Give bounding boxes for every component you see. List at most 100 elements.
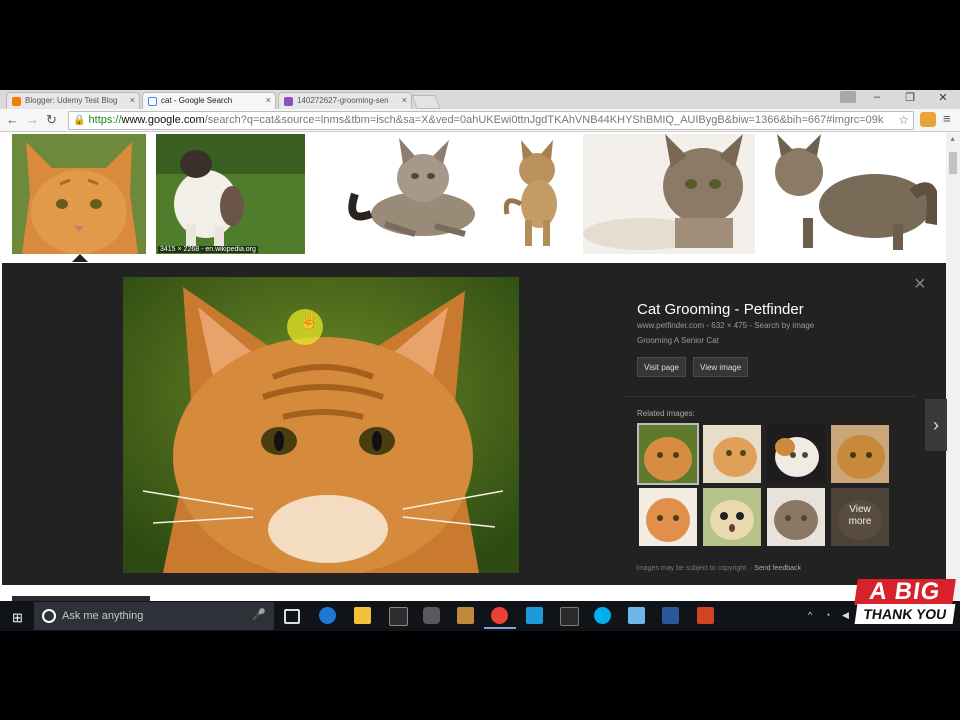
bookmark-star-icon[interactable]: ☆ — [898, 112, 909, 129]
related-image[interactable] — [703, 425, 761, 483]
copyright-text: Images may be subject to copyright. — [636, 565, 749, 572]
orange-tabby-cat-thumbnail — [12, 134, 146, 254]
next-image-button[interactable]: › — [925, 399, 947, 451]
view-more-line1: View — [849, 504, 871, 515]
address-bar[interactable]: 🔒 https://www.google.com/search?q=cat&so… — [68, 111, 914, 130]
tab-grooming-image[interactable]: 140272627-grooming-sen × — [278, 92, 412, 109]
preview-meta[interactable]: www.petfinder.com - 632 × 475 - Search b… — [637, 321, 814, 330]
calculator-icon[interactable] — [560, 607, 579, 626]
cortana-icon — [42, 609, 56, 623]
view-more-line2: more — [848, 516, 872, 527]
related-image[interactable] — [637, 423, 699, 485]
tab-blogger[interactable]: Blogger: Udemy Test Blog × — [6, 92, 140, 109]
send-feedback-link[interactable]: Send feedback — [754, 565, 801, 572]
notes-app-icon[interactable] — [628, 607, 645, 624]
tabby-cat-lying-thumbnail — [315, 134, 489, 254]
thumbnail-caption: 3415 × 2268 - en.wikipedia.org — [158, 246, 258, 253]
word-icon[interactable] — [662, 607, 679, 624]
tray-expand-icon[interactable]: ^ — [808, 610, 812, 620]
related-orange-kitten-thumbnail — [639, 488, 697, 546]
browser-window: Blogger: Udemy Test Blog × cat - Google … — [0, 90, 960, 631]
image-preview-panel: ☝ × Cat Grooming - Petfinder www.petfind… — [2, 263, 947, 585]
edge-icon[interactable] — [319, 607, 336, 624]
extension-icon[interactable] — [920, 112, 936, 127]
related-image[interactable] — [703, 488, 761, 546]
result-thumbnail[interactable]: 3415 × 2268 - en.wikipedia.org — [156, 134, 305, 254]
url-host: www.google.com — [121, 114, 205, 126]
profile-icon[interactable] — [840, 91, 856, 103]
camera-app-icon[interactable] — [423, 607, 440, 624]
cursor-icon: ☝ — [299, 313, 319, 330]
view-image-button[interactable]: View image — [693, 357, 749, 377]
visit-page-button[interactable]: Visit page — [637, 357, 686, 377]
blogger-icon — [12, 97, 21, 106]
preview-image[interactable]: ☝ — [123, 277, 519, 573]
tab-title: 140272627-grooming-sen — [297, 96, 389, 105]
skype-icon[interactable] — [594, 607, 611, 624]
task-view-icon[interactable] — [284, 609, 300, 624]
divider — [626, 396, 916, 397]
chrome-menu-icon[interactable]: ≡ — [943, 111, 951, 126]
url-scheme: https:// — [88, 114, 122, 126]
image-icon — [284, 97, 293, 106]
watermark-line1: A BIG — [854, 578, 956, 605]
result-thumbnail[interactable] — [315, 134, 489, 254]
fluffy-tabby-cat-thumbnail — [763, 134, 937, 254]
forward-arrow-icon[interactable]: → — [26, 112, 39, 127]
close-tab-icon[interactable]: × — [402, 95, 407, 105]
new-tab-button[interactable] — [411, 95, 441, 109]
photo-app-icon[interactable] — [457, 607, 474, 624]
result-thumbnail[interactable] — [12, 134, 146, 254]
volume-icon[interactable]: ◀ — [842, 610, 849, 621]
file-explorer-icon[interactable] — [354, 607, 371, 624]
network-icon[interactable]: ◔ — [825, 610, 830, 620]
related-image[interactable] — [767, 425, 825, 483]
result-thumbnail[interactable] — [583, 134, 755, 254]
page-scrollbar[interactable] — [946, 132, 960, 631]
preview-description: Grooming A Senior Cat — [637, 336, 719, 345]
store-icon[interactable] — [389, 607, 408, 626]
related-images-label: Related images: — [637, 409, 695, 418]
related-image[interactable] — [767, 488, 825, 546]
tab-google-search[interactable]: cat - Google Search × — [142, 92, 276, 109]
scroll-up-icon[interactable]: ▲ — [949, 136, 956, 143]
tab-bar: Blogger: Udemy Test Blog × cat - Google … — [0, 90, 960, 109]
powerpoint-icon[interactable] — [697, 607, 714, 624]
cortana-search-box[interactable]: Ask me anything 🎤 — [34, 602, 274, 630]
chrome-icon[interactable] — [491, 607, 508, 624]
microphone-icon[interactable]: 🎤 — [252, 608, 266, 621]
restore-icon[interactable]: ❐ — [895, 91, 925, 104]
reload-icon[interactable]: ↻ — [46, 112, 57, 128]
address-toolbar: ← → ↻ 🔒 https://www.google.com/search?q=… — [0, 109, 960, 132]
windows-start-icon[interactable]: ⊞ — [12, 610, 23, 626]
result-thumbnail[interactable] — [499, 134, 575, 254]
tab-title: cat - Google Search — [161, 96, 233, 105]
preview-title[interactable]: Cat Grooming - Petfinder — [637, 301, 804, 318]
related-orange-cat-thumbnail — [831, 425, 889, 483]
selected-pointer — [72, 254, 88, 262]
siamese-cat-on-grass-thumbnail — [156, 134, 305, 254]
chrome-active-indicator — [484, 627, 516, 629]
sway-icon[interactable] — [526, 607, 543, 624]
related-tabby-cat-thumbnail — [767, 488, 825, 546]
tabby-kitten-standing-thumbnail — [499, 134, 575, 254]
watermark-line2: THANK YOU — [854, 604, 956, 624]
related-image[interactable] — [831, 425, 889, 483]
window-close-icon[interactable]: ✕ — [928, 91, 958, 104]
windows-taskbar: ⊞ Ask me anything 🎤 ^ ◔ ◀ — [0, 601, 960, 631]
image-results-row: 3415 × 2268 - en.wikipedia.org — [0, 132, 946, 262]
close-preview-icon[interactable]: × — [914, 273, 926, 296]
view-more-button[interactable]: View more — [831, 488, 889, 546]
related-orange-cat-thumbnail — [703, 425, 761, 483]
minimize-icon[interactable]: – — [862, 91, 892, 103]
close-tab-icon[interactable]: × — [130, 95, 135, 105]
close-tab-icon[interactable]: × — [266, 95, 271, 105]
scroll-thumb[interactable] — [949, 152, 957, 174]
back-arrow-icon[interactable]: ← — [6, 112, 19, 127]
lock-icon: 🔒 — [73, 115, 86, 126]
related-calico-cat-thumbnail — [767, 425, 825, 483]
result-thumbnail[interactable] — [763, 134, 937, 254]
search-placeholder: Ask me anything — [62, 610, 144, 622]
related-orange-cat-thumbnail — [639, 425, 697, 483]
related-image[interactable] — [639, 488, 697, 546]
